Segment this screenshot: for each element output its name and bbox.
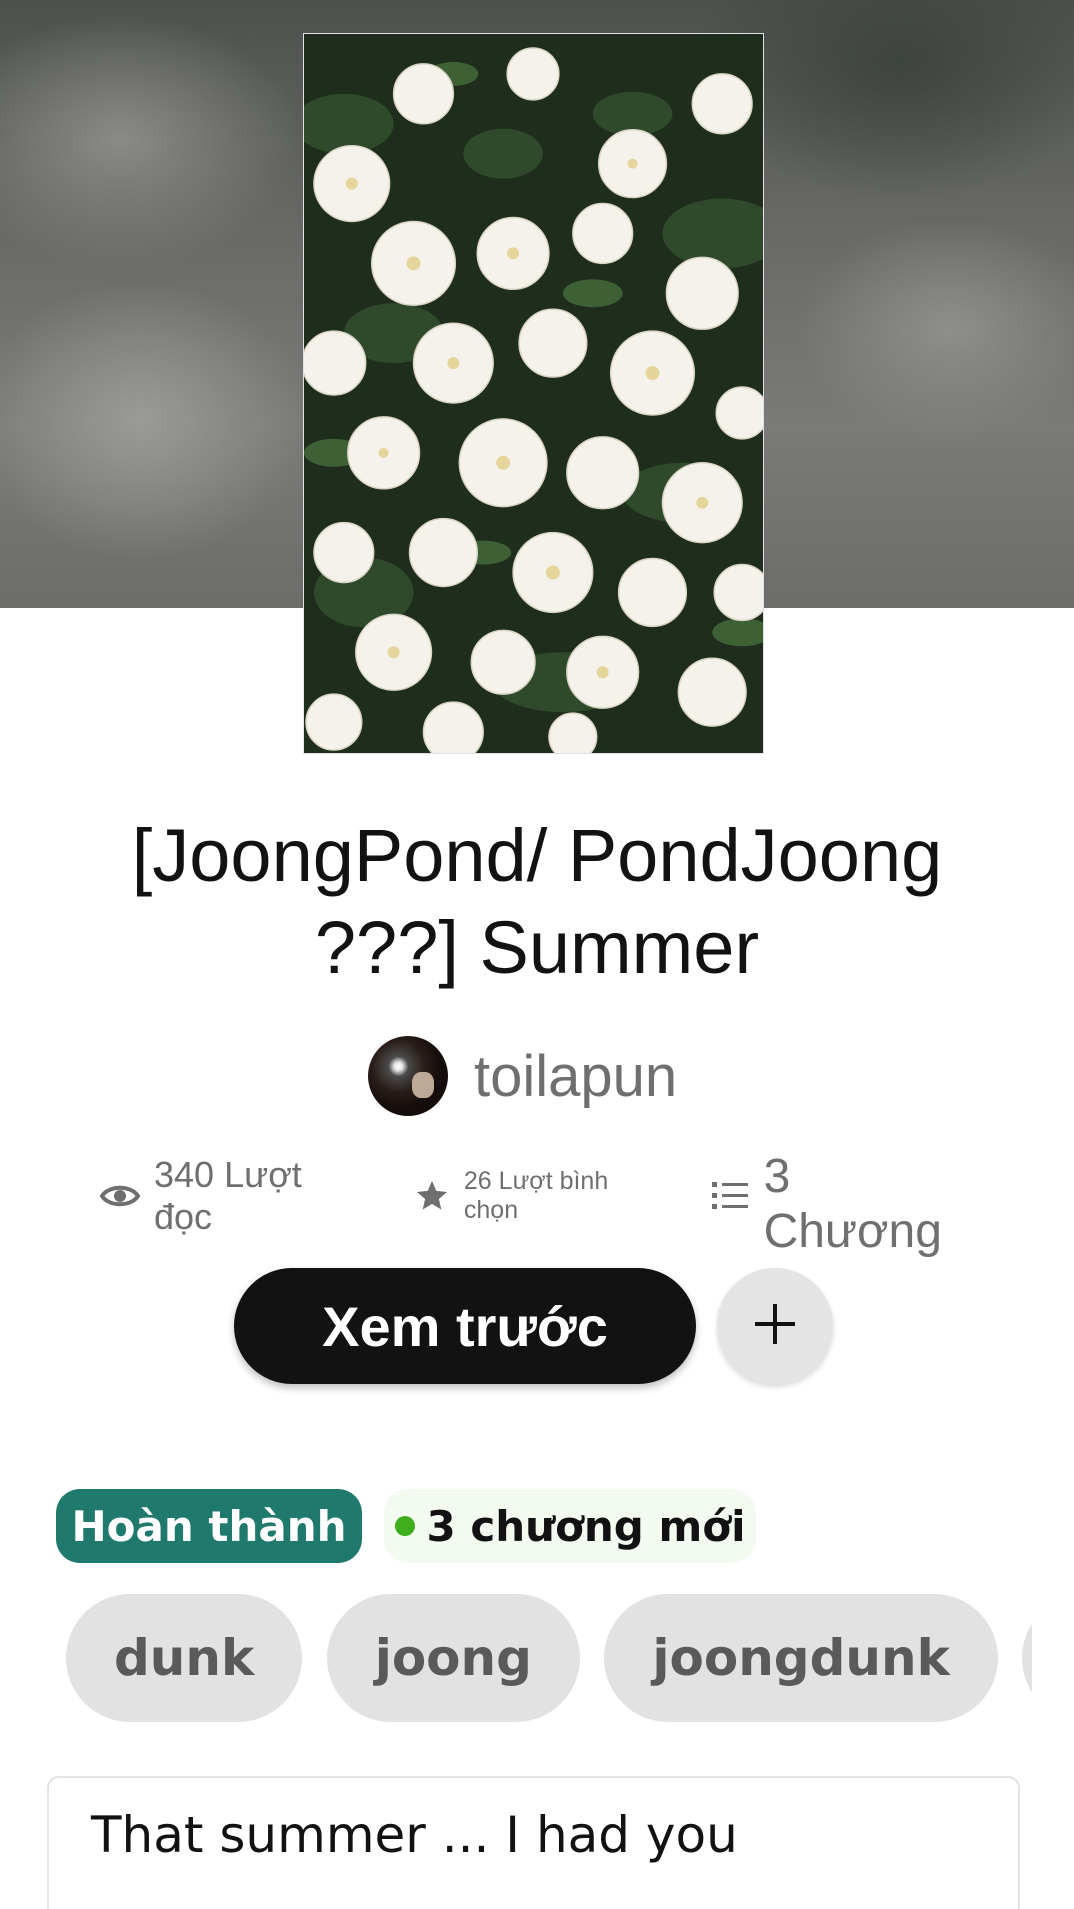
tag-chip[interactable]: joongdunk: [604, 1594, 998, 1722]
eye-icon: [100, 1182, 140, 1210]
parts-count: 3 Chương: [763, 1150, 942, 1258]
story-stats: 340 Lượt đọc 26 Lượt bình chọn 3 Chương: [100, 1150, 980, 1258]
story-detail-page: [JoongPond/ PondJoong ???] Summer toilap…: [0, 0, 1074, 1909]
tag-chip[interactable]: phuv: [1022, 1594, 1032, 1722]
new-indicator-dot-icon: [394, 1516, 415, 1536]
tag-chip[interactable]: dunk: [66, 1594, 303, 1722]
author-name[interactable]: toilapun: [474, 1043, 677, 1110]
reads-count: 340 Lượt đọc: [154, 1154, 302, 1237]
list-icon: [711, 1180, 748, 1212]
story-title: [JoongPond/ PondJoong ???] Summer: [131, 814, 943, 989]
author-row[interactable]: toilapun: [368, 1036, 677, 1116]
description-box: That summer ... I had you: [47, 1776, 1020, 1909]
description-text: That summer ... I had you: [91, 1806, 738, 1864]
tags-row[interactable]: dunk joong joongdunk phuv: [66, 1594, 1032, 1722]
completed-badge: Hoàn thành: [56, 1489, 362, 1563]
reads-stat: 340 Lượt đọc: [100, 1154, 368, 1238]
author-avatar[interactable]: [368, 1036, 448, 1116]
new-parts-badge: 3 chương mới: [384, 1489, 756, 1563]
new-parts-label: 3 chương mới: [426, 1501, 746, 1551]
parts-stat: 3 Chương: [711, 1141, 980, 1258]
votes-count: 26 Lượt bình chọn: [463, 1167, 609, 1224]
story-cover-image[interactable]: [303, 33, 764, 754]
star-icon: [414, 1178, 450, 1214]
tag-chip[interactable]: joong: [326, 1594, 580, 1722]
white-roses-illustration: [304, 34, 763, 753]
plus-icon: [751, 1300, 799, 1353]
votes-stat: 26 Lượt bình chọn: [414, 1167, 668, 1225]
add-to-library-button[interactable]: [717, 1268, 833, 1384]
preview-button[interactable]: Xem trước: [234, 1268, 696, 1384]
